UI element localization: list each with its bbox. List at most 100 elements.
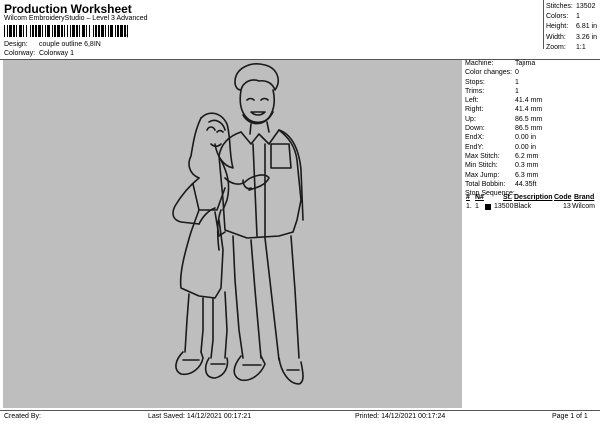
barcode-bar bbox=[38, 25, 41, 37]
barcode-bar bbox=[9, 25, 12, 37]
barcode-bar bbox=[26, 25, 27, 37]
app-subtitle: Wilcom EmbroideryStudio – Level 3 Advanc… bbox=[4, 15, 148, 22]
stats-row: Zoom: 1:1 bbox=[546, 43, 597, 53]
info-row: Min Stitch: 0.3 mm bbox=[465, 161, 542, 170]
stats-row: Stitches: 13502 bbox=[546, 2, 597, 12]
barcode-suffix: , bbox=[126, 28, 129, 38]
info-key: Min Stitch: bbox=[465, 162, 498, 170]
barcode-bar bbox=[47, 25, 50, 37]
printed-date: Printed: 14/12/2021 00:17:24 bbox=[355, 413, 446, 420]
barcode-bar bbox=[30, 25, 31, 37]
info-key: Total Bobbin: bbox=[465, 180, 506, 188]
col-description: Description bbox=[514, 194, 553, 201]
stats-value: 1 bbox=[576, 13, 580, 21]
row-code: 13 bbox=[563, 203, 571, 210]
stats-divider bbox=[543, 0, 544, 49]
info-row: Down: 86.5 mm bbox=[465, 124, 542, 133]
info-value: 6.3 mm bbox=[515, 171, 539, 179]
colorway-row: Colorway: Colorway 1 bbox=[4, 50, 74, 57]
row-stitches: 13500 bbox=[494, 203, 514, 210]
barcode-bar bbox=[35, 25, 37, 37]
design-row: Design: couple outline 6,8IN bbox=[4, 41, 101, 48]
barcode-bar bbox=[4, 25, 5, 37]
stats-row: Height: 6.81 in bbox=[546, 22, 597, 32]
barcode-bar bbox=[64, 25, 65, 37]
col-code: Code bbox=[554, 194, 572, 201]
barcode-bar bbox=[101, 25, 104, 37]
barcode-bar bbox=[52, 25, 53, 37]
embroidery-outline-image bbox=[172, 63, 304, 385]
info-value: 1 bbox=[515, 78, 519, 86]
stats-value: 3.26 in bbox=[576, 33, 598, 41]
design-value: couple outline 6,8IN bbox=[38, 41, 101, 48]
info-row: Max Stitch: 6.2 mm bbox=[465, 152, 542, 161]
created-by: Created By: bbox=[4, 413, 41, 420]
barcode-bar bbox=[23, 25, 24, 37]
barcode-bar bbox=[45, 25, 46, 37]
info-value: Tajima bbox=[515, 60, 536, 67]
col-brand: Brand bbox=[574, 194, 595, 201]
barcode-image bbox=[4, 25, 128, 37]
info-key: Left: bbox=[465, 97, 479, 105]
col-needle: N# bbox=[475, 194, 484, 201]
barcode-bar bbox=[7, 25, 8, 37]
info-key: Max Stitch: bbox=[465, 152, 500, 160]
info-value: 41.4 mm bbox=[515, 97, 543, 105]
row-brand: Wilcom bbox=[572, 203, 595, 210]
info-value: 0.00 in bbox=[515, 143, 537, 151]
barcode-bar bbox=[32, 25, 34, 37]
row-num: 1. bbox=[466, 203, 472, 210]
row-needle: 1 bbox=[475, 203, 479, 210]
info-value: 6.2 mm bbox=[515, 152, 539, 160]
barcode-bar bbox=[95, 25, 97, 37]
info-key: Color changes: bbox=[465, 69, 513, 77]
stats-value: 13502 bbox=[576, 3, 596, 10]
barcode-bar bbox=[110, 25, 113, 37]
design-preview bbox=[3, 60, 462, 408]
barcode-bar bbox=[76, 25, 78, 37]
barcode-bar bbox=[115, 25, 116, 37]
footer-divider bbox=[0, 410, 600, 411]
barcode-bar bbox=[61, 25, 63, 37]
barcode-bar bbox=[72, 25, 75, 37]
stats-key: Height: bbox=[546, 23, 569, 31]
page-number: Page 1 of 1 bbox=[552, 413, 588, 420]
stats-row: Width: 3.26 in bbox=[546, 33, 597, 43]
stats-key: Zoom: bbox=[546, 43, 566, 51]
info-value: 86.5 mm bbox=[515, 115, 543, 123]
info-row: Left: 41.4 mm bbox=[465, 96, 542, 105]
barcode-bar bbox=[13, 25, 15, 37]
stats-key: Stitches: bbox=[546, 3, 573, 10]
barcode-bar bbox=[108, 25, 109, 37]
barcode-bar bbox=[67, 25, 68, 37]
barcode-bar bbox=[70, 25, 71, 37]
stats-panel: Stitches: 13502 Colors: 1 Height: 6.81 in W… bbox=[546, 2, 597, 53]
info-value: 86.5 mm bbox=[515, 125, 543, 133]
barcode-bar bbox=[89, 25, 90, 37]
col-stitches: St. bbox=[503, 194, 512, 201]
info-row: EndX: 0.00 in bbox=[465, 133, 542, 142]
info-row: Trims: 1 bbox=[465, 87, 542, 96]
barcode-bar bbox=[19, 25, 22, 37]
design-label: Design: bbox=[4, 41, 28, 48]
barcode-bar bbox=[54, 25, 56, 37]
info-key: Max Jump: bbox=[465, 171, 500, 179]
colorway-value: Colorway 1 bbox=[38, 50, 74, 57]
info-key: Right: bbox=[465, 106, 484, 114]
stats-row: Colors: 1 bbox=[546, 12, 597, 22]
info-value: 0.3 mm bbox=[515, 162, 539, 170]
row-description: Black bbox=[514, 203, 532, 210]
info-value: 44.35ft bbox=[515, 180, 537, 188]
info-value: 0.00 in bbox=[515, 134, 537, 142]
thread-color-swatch bbox=[485, 204, 491, 210]
barcode-bar bbox=[117, 25, 119, 37]
info-row: Up: 86.5 mm bbox=[465, 115, 542, 124]
info-row: Max Jump: 6.3 mm bbox=[465, 171, 542, 180]
info-value: 1 bbox=[515, 87, 519, 95]
info-key: EndY: bbox=[465, 143, 484, 151]
barcode-bar bbox=[86, 25, 87, 37]
barcode-bar bbox=[16, 25, 17, 37]
info-key: Down: bbox=[465, 125, 485, 133]
barcode-bar bbox=[82, 25, 85, 37]
info-row: Machine: Tajima bbox=[465, 59, 542, 68]
